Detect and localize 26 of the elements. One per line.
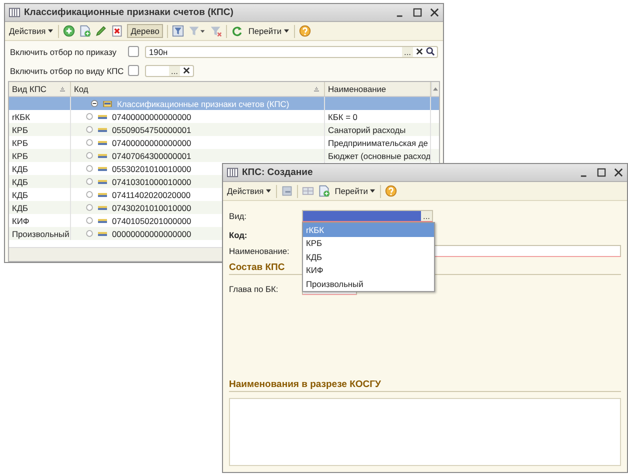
field-label: Глава по БК:	[229, 284, 280, 294]
table-cell: КДБ	[9, 201, 71, 214]
table-cell: 07430201010010000	[112, 202, 192, 212]
section-heading: Наименования в разрезе КОСГУ	[229, 379, 621, 392]
table-cell: КРБ	[9, 123, 71, 136]
table-cell: 05530201010010000	[112, 164, 192, 174]
field-label: Код:	[229, 230, 248, 240]
table-cell: 07401050201000000	[112, 216, 192, 226]
window-title: КПС: Создание	[242, 167, 313, 178]
field-label: Вид:	[229, 211, 248, 221]
table-cell: 07400000000000000	[112, 112, 192, 122]
table-cell: 07400000000000000	[112, 138, 192, 148]
table-cell: Санаторий расходы	[325, 123, 431, 136]
table-cell: 07407064300000001	[112, 150, 192, 160]
table-cell: Классификационные признаки счетов (КПС)	[117, 98, 290, 108]
window-title: Классификационные признаки счетов (КПС)	[24, 7, 234, 18]
table-cell: КРБ	[9, 149, 71, 162]
table-cell: Произвольный	[9, 227, 71, 240]
table-cell: 05509054750000001	[112, 124, 192, 134]
table-cell: КДБ	[9, 175, 71, 188]
field-label: Наименование:	[229, 246, 290, 256]
table-cell: 00000000000000000	[112, 228, 192, 238]
table-cell: 07411402020020000	[112, 190, 191, 200]
table-cell: 07410301000010000	[112, 176, 192, 186]
filter-label: Включить отбор по виду КПС	[10, 66, 122, 76]
filter-label: Включить отбор по приказу	[10, 46, 118, 56]
